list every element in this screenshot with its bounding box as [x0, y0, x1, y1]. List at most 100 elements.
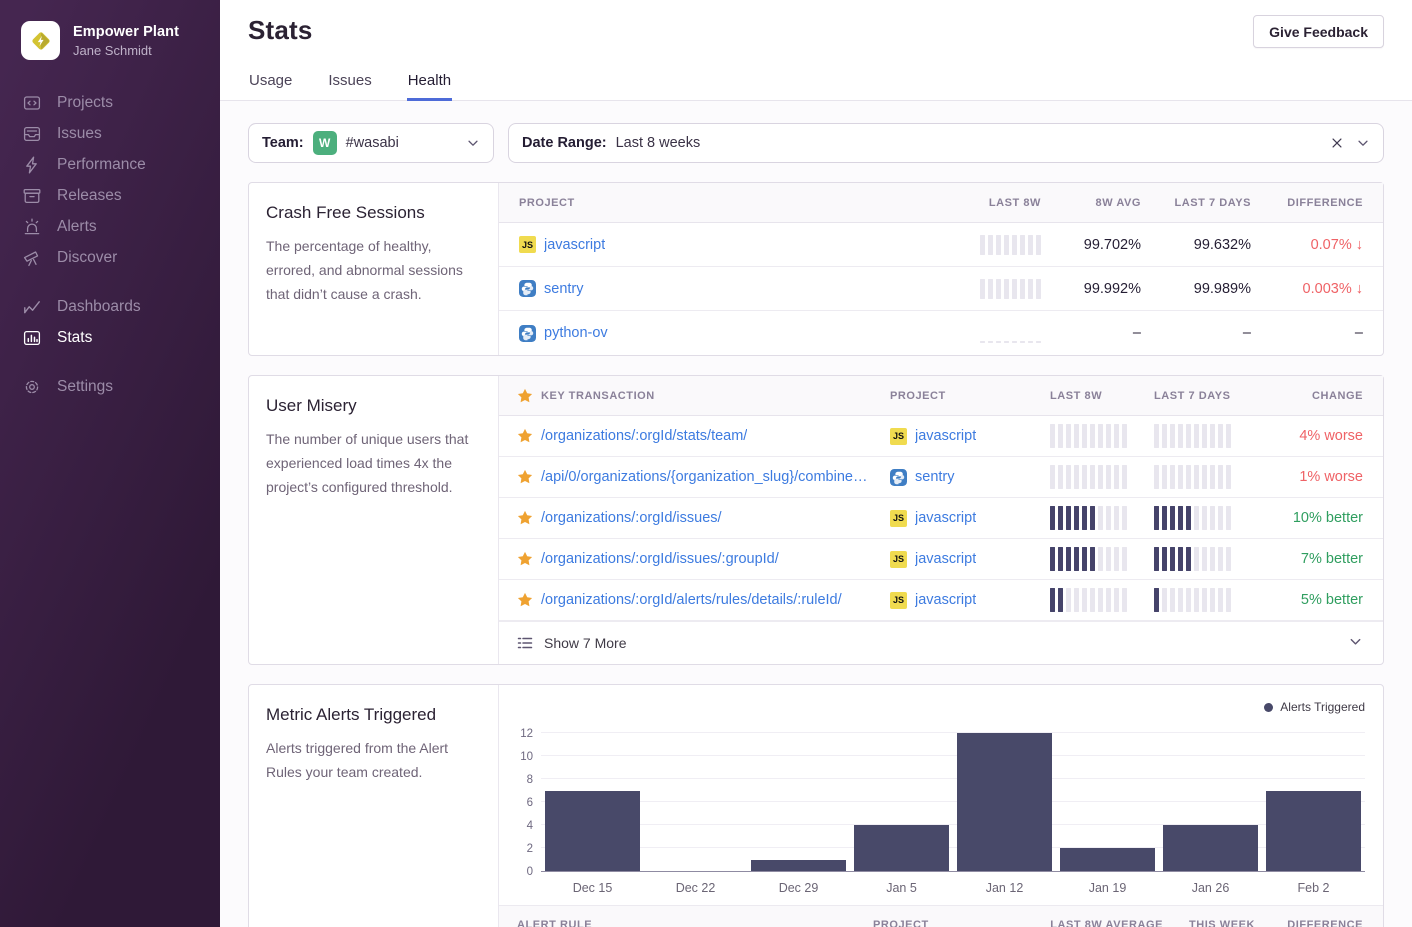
y-tick-label: 12 — [520, 728, 533, 740]
python-project-icon — [519, 280, 536, 297]
project-link[interactable]: python-ov — [544, 325, 608, 341]
transaction-link[interactable]: /api/0/organizations/{organization_slug}… — [541, 469, 867, 485]
transaction-link[interactable]: /organizations/:orgId/issues/ — [541, 510, 722, 526]
crash-free-description: Crash Free Sessions The percentage of he… — [249, 183, 499, 355]
col-last7days: LAST 7 DAYS — [1174, 197, 1251, 209]
stats-icon — [23, 329, 41, 347]
user-misery-table-header: KEY TRANSACTION PROJECT LAST 8W LAST 7 D… — [499, 376, 1383, 416]
last7-value: 99.632% — [1194, 237, 1251, 253]
transaction-link[interactable]: /organizations/:orgId/stats/team/ — [541, 428, 747, 444]
project-link[interactable]: javascript — [915, 428, 976, 444]
user-misery-description: User Misery The number of unique users t… — [249, 376, 499, 664]
x-tick-label: Jan 19 — [1056, 881, 1159, 905]
star-icon — [517, 388, 533, 404]
x-tick-label: Jan 5 — [850, 881, 953, 905]
sidebar-item-dashboards[interactable]: Dashboards — [23, 291, 220, 322]
sidebar-item-stats[interactable]: Stats — [23, 322, 220, 353]
col-last7days: LAST 7 DAYS — [1154, 390, 1264, 402]
sparkline — [1154, 424, 1264, 448]
sidebar-item-label: Projects — [57, 94, 113, 112]
chart-legend[interactable]: Alerts Triggered — [505, 698, 1365, 716]
avg-value: – — [1133, 325, 1141, 341]
table-row: /organizations/:orgId/stats/team/ JSjava… — [499, 416, 1383, 457]
star-icon[interactable] — [517, 428, 533, 444]
avg-value: 99.702% — [1084, 237, 1141, 253]
sidebar-item-projects[interactable]: Projects — [23, 87, 220, 118]
tab-health[interactable]: Health — [407, 63, 452, 101]
python-project-icon — [890, 469, 907, 486]
page-content: Team: W #wasabi Date Range: Last 8 weeks — [220, 101, 1412, 927]
tab-bar: Usage Issues Health — [220, 63, 1412, 101]
chevron-down-icon — [1356, 136, 1370, 150]
sidebar-item-issues[interactable]: Issues — [23, 118, 220, 149]
panel-subtitle: The percentage of healthy, errored, and … — [266, 234, 478, 306]
javascript-project-icon: JS — [890, 592, 907, 609]
sparkline — [1154, 547, 1264, 571]
org-switcher[interactable]: Empower Plant Jane Schmidt — [0, 0, 220, 60]
star-icon[interactable] — [517, 551, 533, 567]
star-icon[interactable] — [517, 510, 533, 526]
crash-free-sessions-panel: Crash Free Sessions The percentage of he… — [248, 182, 1384, 356]
chart-bar — [1163, 825, 1259, 871]
tab-issues[interactable]: Issues — [327, 63, 372, 101]
project-link[interactable]: sentry — [915, 469, 955, 485]
chart-bar — [854, 825, 950, 871]
sidebar-item-label: Performance — [57, 156, 146, 174]
sidebar-item-releases[interactable]: Releases — [23, 180, 220, 211]
chart-x-axis: Dec 15Dec 22Dec 29Jan 5Jan 12Jan 19Jan 2… — [505, 872, 1365, 905]
project-link[interactable]: sentry — [544, 281, 584, 297]
sidebar-item-label: Releases — [57, 187, 122, 205]
y-tick-label: 10 — [520, 751, 533, 763]
sidebar-item-label: Alerts — [57, 218, 97, 236]
project-link[interactable]: javascript — [915, 592, 976, 608]
sparkline — [1050, 506, 1154, 530]
y-tick-label: 8 — [527, 774, 533, 786]
page-header: Stats Give Feedback Usage Issues Health — [220, 0, 1412, 101]
chart-y-axis: 024681012 — [505, 722, 541, 872]
star-icon[interactable] — [517, 469, 533, 485]
main-area: Stats Give Feedback Usage Issues Health … — [220, 0, 1412, 927]
y-tick-label: 2 — [527, 843, 533, 855]
col-last8w-average: LAST 8W AVERAGE — [1050, 919, 1163, 927]
panel-title: User Misery — [266, 396, 478, 416]
alerts-icon — [23, 218, 41, 236]
tab-usage[interactable]: Usage — [248, 63, 293, 101]
list-icon — [517, 635, 533, 651]
project-link[interactable]: javascript — [915, 510, 976, 526]
date-range-select[interactable]: Date Range: Last 8 weeks — [508, 123, 1384, 163]
show-more-button[interactable]: Show 7 More — [499, 621, 1383, 664]
col-project: PROJECT — [519, 197, 931, 209]
date-range-value: Last 8 weeks — [616, 135, 701, 151]
give-feedback-button[interactable]: Give Feedback — [1253, 15, 1384, 48]
metric-alerts-description: Metric Alerts Triggered Alerts triggered… — [249, 685, 499, 927]
table-row: /api/0/organizations/{organization_slug}… — [499, 457, 1383, 498]
col-change: CHANGE — [1312, 390, 1363, 402]
clear-icon[interactable] — [1330, 136, 1344, 150]
legend-dot-icon — [1264, 703, 1273, 712]
chart-plot — [541, 722, 1365, 872]
sidebar-item-discover[interactable]: Discover — [23, 242, 220, 273]
sidebar-item-performance[interactable]: Performance — [23, 149, 220, 180]
x-tick-label: Dec 29 — [747, 881, 850, 905]
sidebar-nav: Projects Issues Performance Releases Ale… — [0, 87, 220, 402]
project-link[interactable]: javascript — [544, 237, 605, 253]
project-link[interactable]: javascript — [915, 551, 976, 567]
sidebar-item-alerts[interactable]: Alerts — [23, 211, 220, 242]
transaction-link[interactable]: /organizations/:orgId/issues/:groupId/ — [541, 551, 779, 567]
y-tick-label: 4 — [527, 820, 533, 832]
transaction-link[interactable]: /organizations/:orgId/alerts/rules/detai… — [541, 592, 842, 608]
difference-value: 0.07% ↓ — [1311, 237, 1363, 253]
org-name: Empower Plant — [73, 24, 179, 40]
sidebar-item-settings[interactable]: Settings — [23, 371, 220, 402]
change-value: 4% worse — [1299, 428, 1363, 444]
team-select[interactable]: Team: W #wasabi — [248, 123, 494, 163]
team-select-label: Team: — [262, 135, 304, 151]
col-last8w: LAST 8W — [989, 197, 1041, 209]
sparkline — [1050, 547, 1154, 571]
star-icon[interactable] — [517, 592, 533, 608]
col-8wavg: 8W AVG — [1096, 197, 1141, 209]
col-this-week: THIS WEEK — [1189, 919, 1255, 927]
col-key-transaction: KEY TRANSACTION — [541, 390, 655, 402]
difference-value: 0.003% ↓ — [1303, 281, 1363, 297]
chart-bar — [545, 791, 641, 871]
